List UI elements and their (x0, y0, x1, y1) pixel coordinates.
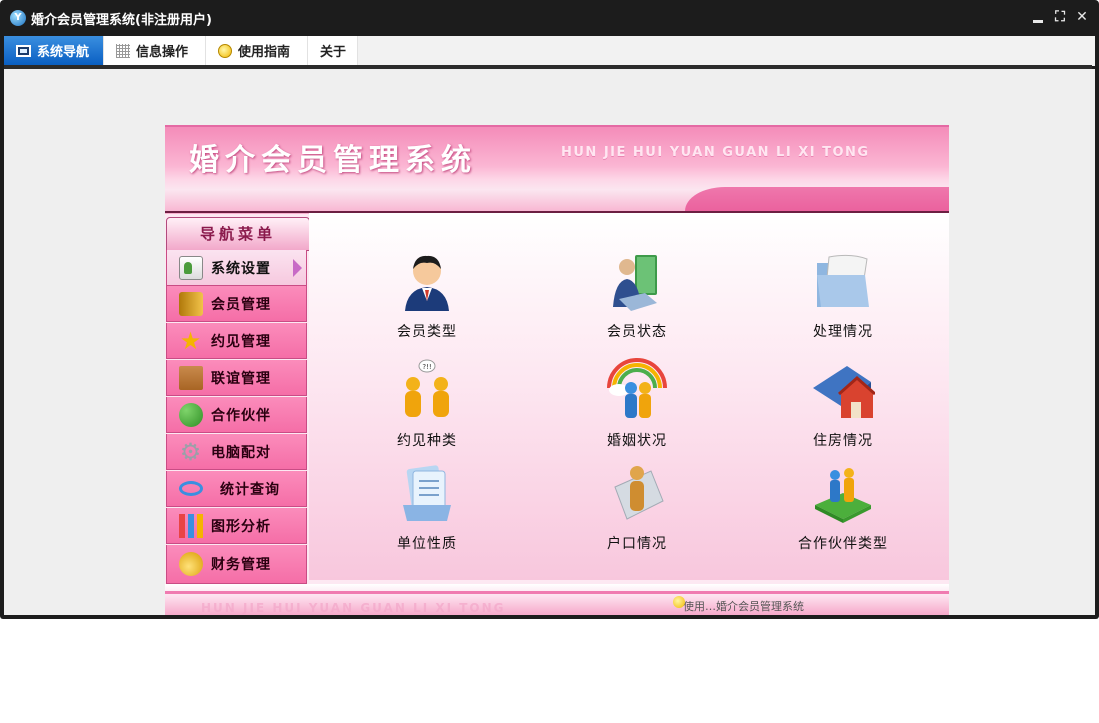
tab-system-navigation[interactable]: 系统导航 (4, 36, 104, 65)
close-button[interactable]: ✕ (1074, 9, 1090, 25)
function-grid: 会员类型 会员状态 处理情况 ?!! 约见种类 婚姻状况 住房情况 单位性质 户… (309, 213, 949, 580)
folder-scroll-icon (811, 249, 875, 313)
system-title: 婚介会员管理系统 (189, 143, 477, 178)
businessman-icon (395, 249, 459, 313)
app-logo-icon: Y (10, 10, 26, 26)
gear-icon: ⚙ (179, 437, 203, 466)
house-book-icon (811, 358, 876, 422)
svg-text:?!!: ?!! (422, 363, 431, 371)
grid-item-member-status[interactable]: 会员状态 (577, 249, 697, 341)
nav-item-label: 约见管理 (211, 333, 271, 350)
tab-label: 关于 (320, 45, 347, 60)
id-card-icon (179, 255, 203, 280)
window-title: 婚介会员管理系统(非注册用户) (31, 13, 212, 28)
app-window: Y 婚介会员管理系统(非注册用户) ⛶ ✕ 系统导航 信息操作 使用指南 关于 … (0, 0, 1099, 619)
tab-about[interactable]: 关于 (308, 36, 358, 65)
grid-item-label: 会员状态 (607, 324, 667, 340)
nav-item-label: 电脑配对 (211, 444, 271, 461)
banner-swoosh (685, 187, 949, 214)
system-pinyin-subtitle: HUN JIE HUI YUAN GUAN LI XI TONG (561, 145, 870, 160)
system-panel: 婚介会员管理系统 HUN JIE HUI YUAN GUAN LI XI TON… (165, 125, 949, 615)
grid-icon (116, 43, 130, 58)
header-banner: 婚介会员管理系统 HUN JIE HUI YUAN GUAN LI XI TON… (165, 125, 949, 214)
nav-item-member-management[interactable]: 会员管理 (166, 286, 307, 322)
grid-item-label: 住房情况 (813, 433, 873, 449)
main-content: 婚介会员管理系统 HUN JIE HUI YUAN GUAN LI XI TON… (4, 69, 1095, 615)
grid-item-appointment-type[interactable]: ?!! 约见种类 (367, 358, 487, 450)
grid-item-label: 处理情况 (813, 324, 873, 340)
monitor-icon (16, 44, 31, 57)
grid-item-marital-status[interactable]: 婚姻状况 (577, 358, 697, 450)
grid-item-household-registration[interactable]: 户口情况 (577, 461, 697, 553)
nav-item-label: 财务管理 (211, 557, 271, 573)
nav-item-label: 会员管理 (211, 296, 271, 313)
title-bar[interactable]: Y 婚介会员管理系统(非注册用户) ⛶ ✕ (0, 0, 1099, 36)
grid-item-partner-type[interactable]: 合作伙伴类型 (783, 461, 903, 553)
grid-item-member-type[interactable]: 会员类型 (367, 249, 487, 341)
meeting-people-icon: ?!! (395, 358, 459, 422)
nav-item-label: 图形分析 (211, 518, 271, 535)
nav-item-label: 统计查询 (220, 481, 280, 498)
people-icon (179, 402, 203, 427)
nav-item-finance-management[interactable]: 财务管理 (166, 545, 307, 584)
coins-icon (179, 552, 203, 576)
magnifier-icon (179, 481, 203, 496)
menu-bar: 系统导航 信息操作 使用指南 关于 (4, 36, 1095, 66)
nav-item-appointment-management[interactable]: ★ 约见管理 (166, 323, 307, 359)
tab-user-guide[interactable]: 使用指南 (206, 36, 308, 65)
bar-chart-icon (179, 513, 203, 538)
nav-item-label: 联谊管理 (211, 370, 271, 387)
nav-item-statistics-query[interactable]: 统计查询 (166, 471, 307, 507)
partners-platform-icon (811, 461, 875, 525)
restore-button[interactable]: ⛶ (1052, 9, 1068, 25)
bulb-icon (218, 43, 232, 58)
tab-info-operations[interactable]: 信息操作 (104, 36, 206, 65)
nav-item-label: 合作伙伴 (211, 407, 271, 424)
grid-item-processing-status[interactable]: 处理情况 (783, 249, 903, 341)
footer-divider (165, 591, 949, 594)
box-icon (179, 365, 203, 390)
grid-item-employer-type[interactable]: 单位性质 (367, 461, 487, 553)
grid-item-label: 会员类型 (397, 324, 457, 340)
nav-menu-header: 导航菜单 (166, 217, 310, 251)
footer-info-text: 使用…婚介会员管理系统 (673, 596, 804, 613)
person-document-icon (605, 461, 669, 525)
tab-label: 系统导航 (37, 45, 90, 60)
nav-item-partners[interactable]: 合作伙伴 (166, 397, 307, 433)
footer-pinyin-text: HUN JIE HUI YUAN GUAN LI XI TONG (201, 601, 506, 615)
grid-item-label: 单位性质 (397, 536, 457, 552)
nav-item-system-settings[interactable]: 系统设置 (166, 250, 307, 286)
nav-item-label: 系统设置 (211, 260, 271, 277)
nav-item-computer-matching[interactable]: ⚙ 电脑配对 (166, 434, 307, 470)
person-book-icon (605, 249, 669, 313)
chevron-right-icon (293, 259, 302, 277)
grid-item-label: 婚姻状况 (607, 433, 667, 449)
nav-menu: 导航菜单 系统设置 会员管理 ★ 约见管理 联谊管理 合作伙伴 ⚙ 电脑配对 统… (165, 216, 310, 584)
tab-label: 使用指南 (238, 45, 291, 60)
tab-label: 信息操作 (136, 45, 189, 60)
grid-item-label: 约见种类 (397, 433, 457, 449)
star-icon: ★ (179, 326, 203, 355)
minimize-button[interactable] (1030, 9, 1046, 25)
nav-item-social-event-management[interactable]: 联谊管理 (166, 360, 307, 396)
book-icon (179, 291, 203, 316)
grid-item-housing-status[interactable]: 住房情况 (783, 358, 903, 450)
nav-item-graph-analysis[interactable]: 图形分析 (166, 508, 307, 544)
rainbow-couple-icon (605, 358, 669, 422)
grid-item-label: 合作伙伴类型 (798, 536, 888, 552)
panel-footer: HUN JIE HUI YUAN GUAN LI XI TONG 使用…婚介会员… (165, 584, 949, 615)
document-stack-icon (395, 461, 459, 525)
grid-item-label: 户口情况 (607, 536, 667, 552)
